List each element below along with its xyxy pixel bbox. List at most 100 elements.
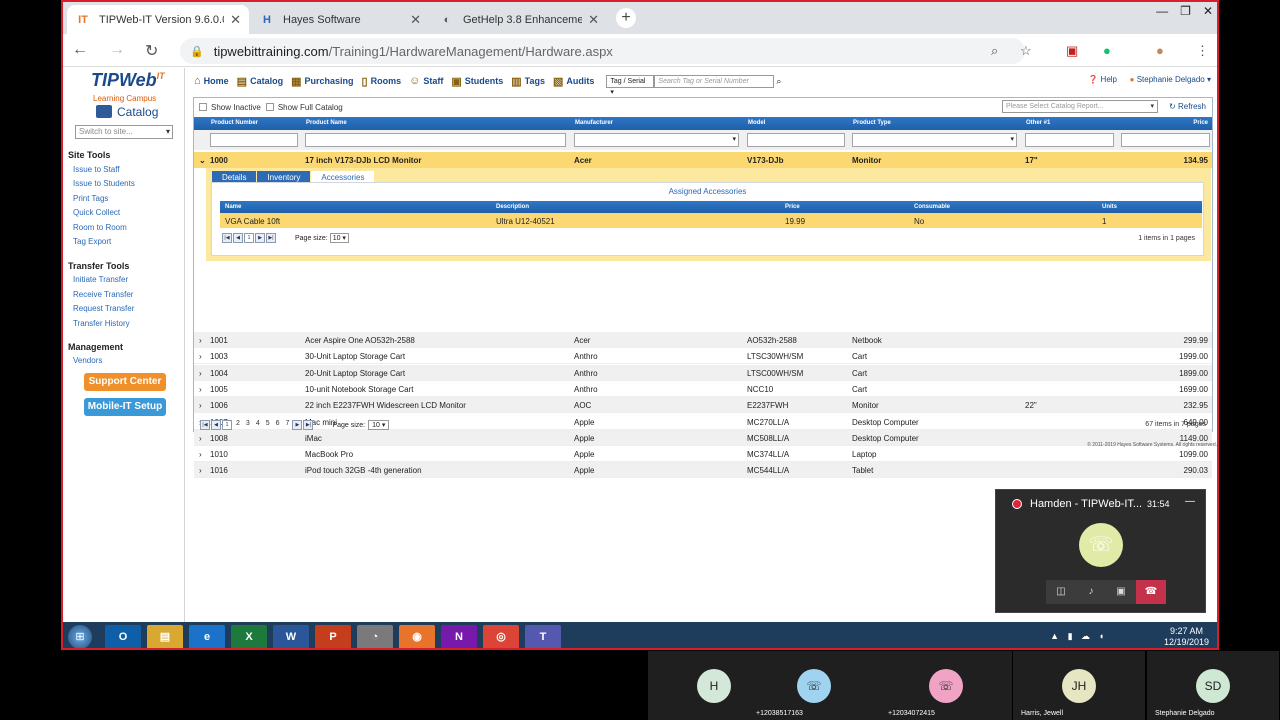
- share-screen-icon[interactable]: ▣: [1106, 580, 1136, 604]
- menu-home[interactable]: ⌂ Home: [194, 75, 229, 87]
- page-size-select[interactable]: 10 ▾: [368, 420, 390, 430]
- profile-avatar-icon[interactable]: ●: [1156, 43, 1164, 58]
- menu-students[interactable]: ▣ Students: [451, 75, 503, 88]
- taskbar-app-icon[interactable]: X: [231, 625, 267, 648]
- expand-icon[interactable]: ›: [199, 385, 202, 394]
- col-product-name[interactable]: Product Name: [306, 120, 347, 126]
- page-number[interactable]: 4: [256, 420, 260, 430]
- table-row[interactable]: › 1006 22 inch E2237FWH Widescreen LCD Mon…: [194, 397, 1212, 414]
- bookmark-star-icon[interactable]: ☆: [1020, 43, 1032, 59]
- last-page-icon[interactable]: ▶|: [266, 233, 276, 243]
- hang-up-button[interactable]: ☎: [1136, 580, 1166, 604]
- col-manufacturer[interactable]: Manufacturer: [575, 120, 613, 126]
- mobile-it-setup-button[interactable]: Mobile-IT Setup: [84, 398, 166, 416]
- last-page-icon[interactable]: ▶|: [303, 420, 314, 430]
- menu-staff[interactable]: ☺ Staff: [409, 75, 443, 87]
- taskbar-app-icon[interactable]: ◉: [399, 625, 435, 648]
- tray-up-icon[interactable]: ▲: [1050, 631, 1062, 641]
- expand-icon[interactable]: ›: [199, 434, 202, 443]
- col-model[interactable]: Model: [748, 120, 765, 126]
- col-price[interactable]: Price: [1193, 120, 1208, 126]
- grammarly-extension-icon[interactable]: ●: [1103, 43, 1111, 58]
- link-initiate-transfer[interactable]: Initiate Transfer: [73, 275, 128, 284]
- clock[interactable]: 9:27 AM 12/19/2019: [1164, 626, 1209, 648]
- forward-icon[interactable]: →: [109, 41, 125, 59]
- tab-gethelp[interactable]: ◐ GetHelp 3.8 Enhancements – H ✕: [431, 5, 607, 34]
- pdf-extension-icon[interactable]: ▣: [1066, 43, 1078, 59]
- link-print-tags[interactable]: Print Tags: [73, 194, 108, 203]
- tab-hayes[interactable]: H Hayes Software ✕: [251, 5, 429, 34]
- search-type-select[interactable]: Tag / Serial ▾: [606, 74, 655, 96]
- page-number[interactable]: 2: [236, 420, 240, 430]
- prev-page-icon[interactable]: ◀: [211, 420, 221, 430]
- expand-icon[interactable]: ›: [199, 401, 202, 410]
- col-product-type[interactable]: Product Type: [853, 120, 891, 126]
- link-issue-to-students[interactable]: Issue to Students: [73, 179, 135, 188]
- menu-tags[interactable]: ▥ Tags: [511, 75, 545, 88]
- taskbar-app-icon[interactable]: N: [441, 625, 477, 648]
- tab-tipweb[interactable]: IT TIPWeb-IT Version 9.6.0.0 ✕: [67, 5, 249, 34]
- table-row[interactable]: › 1003 30-Unit Laptop Storage Cart Anthro LT…: [194, 348, 1212, 365]
- filter-price[interactable]: [1121, 133, 1210, 147]
- close-tab-icon[interactable]: ✕: [588, 12, 599, 28]
- minimize-icon[interactable]: —: [1156, 4, 1168, 18]
- maximize-icon[interactable]: ❐: [1180, 4, 1191, 18]
- refresh-button[interactable]: ↻ Refresh: [1169, 102, 1206, 111]
- participant-tile[interactable]: ☏ +12034072415: [880, 651, 1012, 720]
- back-icon[interactable]: ←: [72, 41, 88, 59]
- taskbar-app-icon[interactable]: e: [189, 625, 225, 648]
- col-product-number[interactable]: Product Number: [211, 120, 258, 126]
- volume-icon[interactable]: ◖: [1099, 631, 1107, 641]
- show-full-catalog-checkbox[interactable]: [265, 103, 274, 111]
- first-page-icon[interactable]: |◀: [200, 420, 210, 430]
- filter-manufacturer[interactable]: ▾: [574, 133, 739, 147]
- taskbar-app-icon[interactable]: P: [315, 625, 351, 648]
- acc-col-description[interactable]: Description: [496, 204, 529, 210]
- expand-icon[interactable]: ›: [199, 336, 202, 345]
- link-vendors[interactable]: Vendors: [73, 356, 102, 365]
- camera-off-icon[interactable]: ◫: [1046, 580, 1076, 604]
- link-receive-transfer[interactable]: Receive Transfer: [73, 290, 133, 299]
- taskbar-app-icon[interactable]: T: [525, 625, 561, 648]
- page-number[interactable]: 6: [276, 420, 280, 430]
- link-quick-collect[interactable]: Quick Collect: [73, 208, 120, 217]
- show-inactive-checkbox[interactable]: [199, 103, 207, 111]
- table-row[interactable]: › 1005 10-unit Notebook Storage Cart Anthro…: [194, 381, 1212, 397]
- menu-rooms[interactable]: ▯ Rooms: [362, 75, 402, 88]
- participant-tile[interactable]: ☏ +12038517163: [748, 651, 880, 720]
- search-icon[interactable]: ⌕: [776, 76, 781, 87]
- table-row[interactable]: › 1004 20-Unit Laptop Storage Cart Anthro LT…: [194, 364, 1212, 381]
- taskbar-app-icon[interactable]: ◔: [357, 625, 393, 648]
- expand-icon[interactable]: ›: [199, 352, 202, 361]
- filter-product-number[interactable]: [210, 133, 298, 147]
- link-issue-to-staff[interactable]: Issue to Staff: [73, 165, 120, 174]
- minimize-call-icon[interactable]: —: [1185, 496, 1195, 507]
- switch-site-select[interactable]: Switch to site... ▾: [75, 125, 173, 139]
- table-row[interactable]: › 1010 MacBook Pro Apple MC374LL/A Laptop 1099…: [194, 446, 1212, 463]
- catalog-report-select[interactable]: Please Select Catalog Report... ▾: [1002, 100, 1158, 113]
- link-transfer-history[interactable]: Transfer History: [73, 319, 130, 328]
- menu-catalog[interactable]: ▤ Catalog: [237, 75, 283, 88]
- taskbar-app-icon[interactable]: O: [105, 625, 141, 648]
- help-link[interactable]: ❓ Help: [1088, 75, 1117, 84]
- participant-tile[interactable]: JH Harris, Jewell: [1013, 651, 1145, 720]
- filter-product-name[interactable]: [305, 133, 566, 147]
- menu-purchasing[interactable]: ▦ Purchasing: [291, 75, 353, 88]
- table-row-expanded[interactable]: ⌄ 1000 17 inch V173-DJb LCD Monitor Acer…: [194, 152, 1212, 168]
- first-page-icon[interactable]: |◀: [222, 233, 232, 243]
- prev-page-icon[interactable]: ◀: [233, 233, 243, 243]
- expand-icon[interactable]: ›: [199, 466, 202, 475]
- close-tab-icon[interactable]: ✕: [410, 12, 421, 28]
- link-tag-export[interactable]: Tag Export: [73, 237, 111, 246]
- browser-menu-icon[interactable]: ⋮: [1196, 43, 1209, 59]
- start-button[interactable]: ⊞: [68, 625, 92, 648]
- onedrive-icon[interactable]: ☁: [1081, 631, 1093, 641]
- col-other[interactable]: Other #1: [1026, 120, 1050, 126]
- search-input[interactable]: Search Tag or Serial Number: [654, 74, 775, 88]
- microphone-icon[interactable]: ♪: [1076, 580, 1106, 604]
- new-tab-button[interactable]: +: [616, 8, 636, 28]
- table-row[interactable]: › 1016 iPod touch 32GB -4th generation Appl…: [194, 462, 1212, 479]
- acc-col-price[interactable]: Price: [785, 204, 800, 210]
- collapse-icon[interactable]: ⌄: [199, 156, 206, 165]
- page-number[interactable]: 3: [246, 420, 250, 430]
